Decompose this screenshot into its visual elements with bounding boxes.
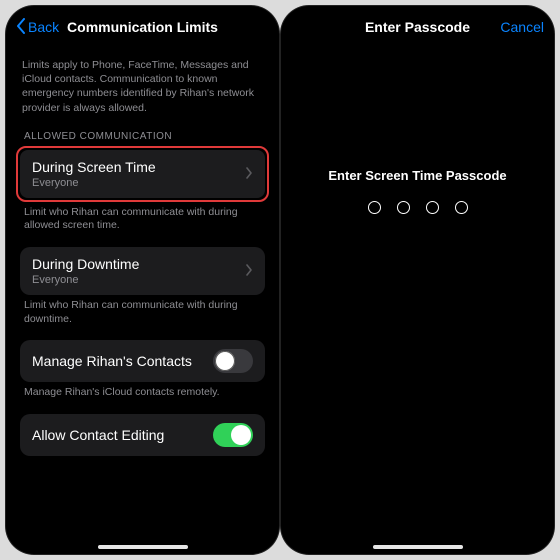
footer-manage-contacts: Manage Rihan's iCloud contacts remotely.	[24, 386, 261, 400]
passcode-dot	[426, 201, 439, 214]
navbar: Enter Passcode Cancel	[281, 6, 554, 48]
row-title: Allow Contact Editing	[32, 427, 164, 443]
chevron-right-icon	[245, 166, 253, 182]
back-label: Back	[28, 19, 59, 35]
intro-text: Limits apply to Phone, FaceTime, Message…	[22, 58, 263, 115]
highlight-box: During Screen Time Everyone	[16, 146, 269, 202]
row-subtitle: Everyone	[32, 274, 139, 286]
navbar: Back Communication Limits	[6, 6, 279, 48]
passcode-dot	[397, 201, 410, 214]
back-button[interactable]: Back	[16, 18, 59, 37]
row-title: Manage Rihan's Contacts	[32, 353, 192, 369]
phone-communication-limits: Back Communication Limits Limits apply t…	[6, 6, 279, 554]
home-indicator[interactable]	[98, 545, 188, 549]
group-header-allowed: ALLOWED COMMUNICATION	[24, 131, 261, 142]
passcode-prompt: Enter Screen Time Passcode	[328, 168, 506, 183]
row-title: During Screen Time	[32, 159, 156, 175]
footer-downtime: Limit who Rihan can communicate with dur…	[24, 299, 261, 326]
row-during-screen-time[interactable]: During Screen Time Everyone	[20, 150, 265, 198]
switch-manage-contacts[interactable]	[213, 349, 253, 373]
footer-screen-time: Limit who Rihan can communicate with dur…	[24, 206, 261, 233]
phone-enter-passcode: Enter Passcode Cancel Enter Screen Time …	[281, 6, 554, 554]
passcode-dot	[368, 201, 381, 214]
cancel-button[interactable]: Cancel	[500, 19, 544, 35]
switch-allow-editing[interactable]	[213, 423, 253, 447]
row-title: During Downtime	[32, 256, 139, 272]
row-allow-contact-editing[interactable]: Allow Contact Editing	[20, 414, 265, 456]
passcode-dots[interactable]	[368, 201, 468, 214]
row-subtitle: Everyone	[32, 177, 156, 189]
chevron-left-icon	[16, 18, 26, 37]
row-during-downtime[interactable]: During Downtime Everyone	[20, 247, 265, 295]
passcode-dot	[455, 201, 468, 214]
passcode-area: Enter Screen Time Passcode	[281, 48, 554, 554]
home-indicator[interactable]	[373, 545, 463, 549]
row-manage-contacts[interactable]: Manage Rihan's Contacts	[20, 340, 265, 382]
chevron-right-icon	[245, 263, 253, 279]
content: Limits apply to Phone, FaceTime, Message…	[6, 48, 279, 554]
